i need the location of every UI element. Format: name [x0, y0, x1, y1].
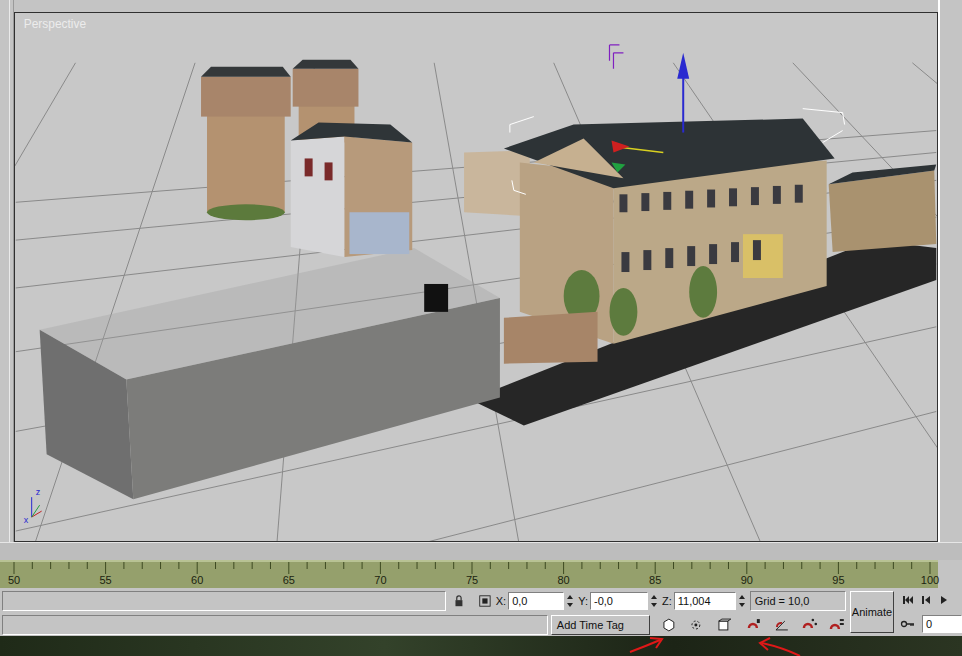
time-tick-label: 70 — [374, 574, 386, 586]
cube-icon[interactable] — [715, 616, 733, 634]
spinner-icon[interactable] — [738, 592, 746, 610]
time-tick-label: 60 — [191, 574, 203, 586]
animate-button[interactable]: Animate — [850, 591, 894, 633]
absolute-mode-icon[interactable] — [478, 594, 492, 608]
add-time-tag-button[interactable]: Add Time Tag — [551, 615, 650, 635]
spinner-snap-icon[interactable] — [828, 616, 846, 634]
go-to-start-icon[interactable] — [900, 592, 916, 608]
time-tick-label: 80 — [557, 574, 569, 586]
prompt-line — [2, 615, 548, 635]
coord-axis-label: Y: — [578, 595, 588, 607]
gear-dots-icon[interactable] — [687, 616, 705, 634]
wall[interactable] — [40, 248, 500, 499]
main-building[interactable] — [464, 119, 936, 364]
time-tick-label: 85 — [649, 574, 661, 586]
time-tick-label: 65 — [283, 574, 295, 586]
coord-field-group: Y:-0,0 — [578, 592, 658, 610]
key-icon[interactable] — [900, 616, 916, 632]
tower-left[interactable] — [201, 67, 291, 220]
selection-bracket — [510, 109, 845, 195]
time-tick-label: 95 — [832, 574, 844, 586]
previous-frame-icon[interactable] — [918, 592, 934, 608]
percent-snap-icon[interactable] — [800, 616, 818, 634]
coord-axis-label: X: — [496, 595, 506, 607]
time-tick-label: 75 — [466, 574, 478, 586]
coord-field-group: Z:11,004 — [662, 592, 746, 610]
spinner-icon[interactable] — [650, 592, 658, 610]
time-tick-label: 50 — [8, 574, 20, 586]
track-bar — [0, 542, 962, 560]
spinner-icon[interactable] — [566, 592, 574, 610]
max-window: Perspectivezx50556065707580859095100X:0,… — [0, 0, 962, 656]
viewport-label[interactable]: Perspective — [24, 17, 87, 31]
time-tick-label: 100 — [921, 574, 939, 586]
coord-axis-label: Z: — [662, 595, 672, 607]
current-frame-field[interactable]: 0 — [922, 615, 962, 633]
grid-readout: Grid = 10,0 — [750, 591, 846, 611]
scene-canvas[interactable]: Perspectivezx — [15, 13, 937, 541]
desktop-background — [0, 636, 962, 656]
time-tick-label: 55 — [99, 574, 111, 586]
time-tick-label: 90 — [741, 574, 753, 586]
small-house[interactable] — [291, 123, 413, 257]
angle-snap-icon[interactable] — [773, 616, 791, 634]
perspective-viewport[interactable]: Perspectivezx — [14, 12, 938, 542]
coord-field[interactable]: 11,004 — [674, 592, 736, 610]
right-edge — [938, 0, 962, 542]
axis-label: z — [36, 487, 41, 497]
time-ruler[interactable]: 50 55 60 65 70 75 80 85 90 95 100 — [0, 560, 962, 588]
axis-label: x — [24, 515, 29, 525]
playback-controls: 0 — [900, 591, 962, 636]
status-line — [2, 591, 446, 611]
snap-3d-icon[interactable] — [745, 616, 763, 634]
status-bar: X:0,0Y:-0,0Z:11,004Grid = 10,0Add Time T… — [0, 588, 962, 636]
move-gizmo[interactable] — [609, 45, 689, 173]
red-arrow-annotation — [0, 0, 962, 656]
coord-field[interactable]: 0,0 — [508, 592, 564, 610]
play-icon[interactable] — [936, 592, 952, 608]
coord-field[interactable]: -0,0 — [590, 592, 648, 610]
axis-tripod-icon: zx — [24, 487, 42, 525]
cube-shaded-icon[interactable] — [660, 616, 678, 634]
command-panel-edge — [0, 0, 14, 542]
coord-field-group: X:0,0 — [496, 592, 574, 610]
viewport-area: Perspectivezx — [0, 0, 962, 542]
lock-icon[interactable] — [452, 594, 466, 608]
